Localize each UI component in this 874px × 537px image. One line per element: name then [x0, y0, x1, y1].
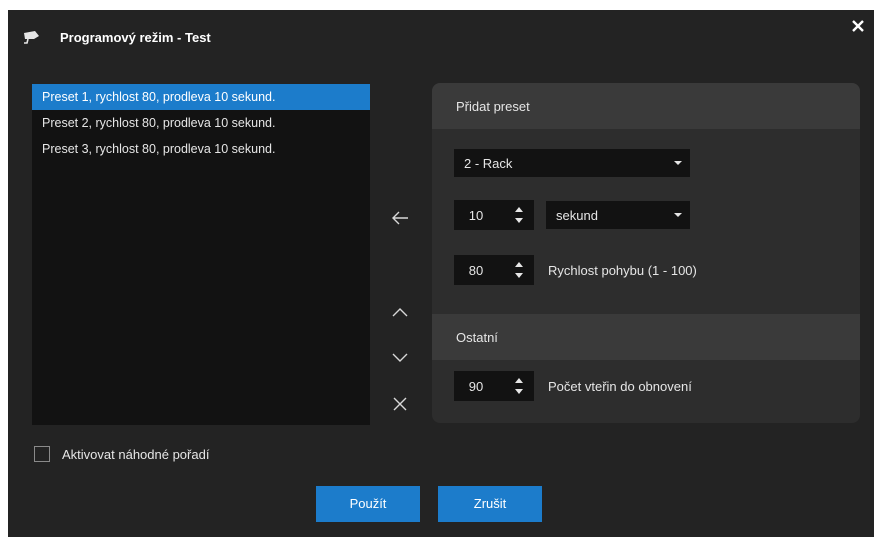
- speed-label: Rychlost pohybu (1 - 100): [548, 263, 697, 278]
- section-title: Ostatní: [456, 330, 498, 345]
- delay-spinner[interactable]: 10: [454, 200, 534, 230]
- preset-list[interactable]: Preset 1, rychlost 80, prodleva 10 sekun…: [32, 84, 370, 425]
- list-item[interactable]: Preset 2, rychlost 80, prodleva 10 sekun…: [32, 110, 370, 136]
- speed-value: 80: [468, 263, 484, 278]
- title-bar: Programový režim - Test: [8, 10, 874, 66]
- other-header: Ostatní: [432, 314, 860, 360]
- chevron-up-icon[interactable]: [388, 300, 412, 324]
- spin-down-icon[interactable]: [514, 387, 524, 397]
- x-icon[interactable]: [388, 392, 412, 416]
- random-order-checkbox[interactable]: [34, 446, 50, 462]
- speed-spinner[interactable]: 80: [454, 255, 534, 285]
- cancel-button[interactable]: Zrušit: [438, 486, 542, 522]
- spin-down-icon[interactable]: [514, 216, 524, 226]
- spin-down-icon[interactable]: [514, 271, 524, 281]
- close-icon[interactable]: [848, 16, 868, 36]
- section-title: Přidat preset: [456, 99, 530, 114]
- program-mode-dialog: Programový režim - Test Preset 1, rychlo…: [8, 10, 874, 537]
- preset-select-value: 2 - Rack: [464, 156, 513, 171]
- delay-value: 10: [468, 208, 484, 223]
- refresh-value: 90: [468, 379, 484, 394]
- arrow-left-icon[interactable]: [388, 206, 412, 230]
- list-item[interactable]: Preset 3, rychlost 80, prodleva 10 sekun…: [32, 136, 370, 162]
- add-preset-header: Přidat preset: [432, 83, 860, 129]
- list-item[interactable]: Preset 1, rychlost 80, prodleva 10 sekun…: [32, 84, 370, 110]
- spin-up-icon[interactable]: [514, 205, 524, 215]
- camera-icon: [22, 30, 42, 44]
- unit-select[interactable]: sekund: [546, 201, 690, 229]
- spin-up-icon[interactable]: [514, 376, 524, 386]
- chevron-down-icon: [674, 161, 682, 165]
- apply-button[interactable]: Použít: [316, 486, 420, 522]
- preset-select[interactable]: 2 - Rack: [454, 149, 690, 177]
- unit-select-value: sekund: [556, 208, 598, 223]
- dialog-title: Programový režim - Test: [60, 30, 211, 45]
- spin-up-icon[interactable]: [514, 260, 524, 270]
- refresh-spinner[interactable]: 90: [454, 371, 534, 401]
- settings-panel: Přidat preset 2 - Rack 10 sekund 80 Rych…: [432, 83, 860, 423]
- chevron-down-icon[interactable]: [388, 345, 412, 369]
- random-order-label: Aktivovat náhodné pořadí: [62, 447, 210, 462]
- refresh-label: Počet vteřin do obnovení: [548, 379, 692, 394]
- chevron-down-icon: [674, 213, 682, 217]
